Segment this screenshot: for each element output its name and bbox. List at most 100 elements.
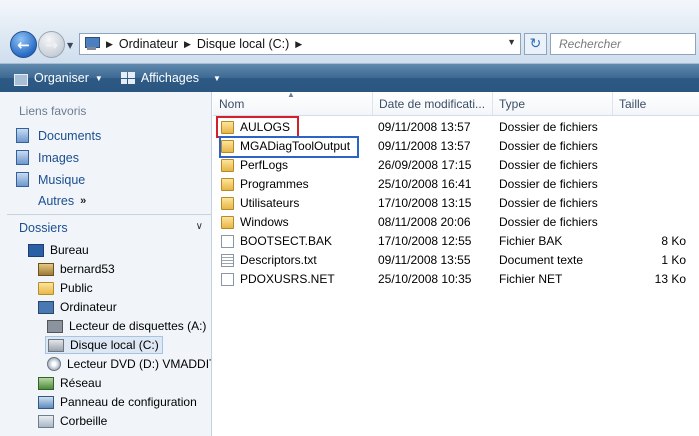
file-type: Fichier BAK <box>499 234 563 248</box>
views-button[interactable]: Affichages ▼ <box>111 64 229 92</box>
network-icon <box>38 376 54 390</box>
favorites-title: Liens favoris <box>19 104 87 118</box>
tree-item-network[interactable]: Réseau <box>38 376 101 390</box>
tree-item-label: Bureau <box>50 243 89 257</box>
file-date: 17/10/2008 13:15 <box>378 196 472 210</box>
file-date: 25/10/2008 10:35 <box>378 272 472 286</box>
tree-item-recycle-bin[interactable]: Corbeille <box>38 414 107 428</box>
file-name-cell: PDOXUSRS.NET <box>221 272 335 286</box>
breadcrumb-computer[interactable]: Ordinateur <box>119 37 178 51</box>
tree-item-computer[interactable]: Ordinateur <box>38 300 117 314</box>
tree-item-desktop[interactable]: Bureau <box>28 243 89 257</box>
tree-item-local-disk[interactable]: Disque local (C:) <box>45 336 163 354</box>
dvd-drive-icon <box>47 357 61 371</box>
text-file-icon <box>221 253 234 267</box>
file-row[interactable]: PDOXUSRS.NET 25/10/2008 10:35 Fichier NE… <box>213 270 699 289</box>
chevron-down-icon[interactable]: ▼ <box>507 37 516 47</box>
folder-icon <box>221 158 234 172</box>
file-date: 09/11/2008 13:57 <box>378 120 471 134</box>
forward-arrow-icon: → <box>45 35 58 54</box>
favorite-documents[interactable]: Documents <box>16 128 101 143</box>
folders-title: Dossiers <box>19 220 68 235</box>
chevron-down-icon: ▼ <box>94 73 103 83</box>
images-icon <box>16 150 29 165</box>
local-disk-icon <box>48 338 64 352</box>
refresh-button[interactable]: ↻ <box>524 33 547 55</box>
tree-item-label: Ordinateur <box>60 300 117 314</box>
file-name-cell: PerfLogs <box>221 158 288 172</box>
favorite-label: Images <box>38 150 79 165</box>
file-date: 09/11/2008 13:57 <box>378 139 471 153</box>
column-header-name[interactable]: ▲ Nom <box>213 92 373 116</box>
forward-button[interactable]: → <box>38 31 65 58</box>
tree-item-floppy[interactable]: Lecteur de disquettes (A:) <box>47 319 206 333</box>
back-arrow-icon: ← <box>17 35 30 54</box>
file-type: Fichier NET <box>499 272 563 286</box>
column-header-type[interactable]: Type <box>493 92 613 116</box>
tree-item-label: Réseau <box>60 376 102 390</box>
file-date: 08/11/2008 20:06 <box>378 215 471 229</box>
favorite-images[interactable]: Images <box>16 150 79 165</box>
breadcrumb-separator-icon[interactable]: ▶ <box>106 39 113 50</box>
recent-pages-dropdown[interactable]: ▼ <box>67 41 76 50</box>
column-header-label: Date de modificati... <box>379 96 486 111</box>
file-row[interactable]: PerfLogs 26/09/2008 17:15 Dossier de fic… <box>213 156 699 175</box>
file-name: PerfLogs <box>240 158 289 172</box>
file-name-cell: Descriptors.txt <box>221 253 317 267</box>
favorite-label: Musique <box>38 172 86 187</box>
file-name: Utilisateurs <box>240 196 300 210</box>
documents-icon <box>16 128 29 143</box>
file-row[interactable]: BOOTSECT.BAK 17/10/2008 12:55 Fichier BA… <box>213 232 699 251</box>
sort-arrow-icon: ▲ <box>287 92 295 99</box>
file-name: Windows <box>240 215 289 229</box>
file-type: Dossier de fichiers <box>499 120 598 134</box>
breadcrumb-local-disk[interactable]: Disque local (C:) <box>197 37 289 51</box>
tree-item-label: Lecteur DVD (D:) VMADDIT <box>67 357 211 371</box>
folder-icon <box>221 177 234 191</box>
tree-item-control-panel[interactable]: Panneau de configuration <box>38 395 197 409</box>
column-header-label: Type <box>499 96 526 111</box>
chevron-down-icon[interactable]: ∨ <box>196 221 203 232</box>
file-row[interactable]: Descriptors.txt 09/11/2008 13:55 Documen… <box>213 251 699 270</box>
file-row[interactable]: Utilisateurs 17/10/2008 13:15 Dossier de… <box>213 194 699 213</box>
double-chevron-icon: » <box>80 195 87 207</box>
file-type: Dossier de fichiers <box>499 158 598 172</box>
address-box[interactable]: ▶ Ordinateur ▶ Disque local (C:) ▶ ▼ <box>79 33 521 55</box>
folder-icon <box>38 281 54 295</box>
address-bar-area: ← → ▼ ▶ Ordinateur ▶ Disque local (C:) ▶… <box>0 0 699 64</box>
floppy-drive-icon <box>47 319 63 333</box>
back-button[interactable]: ← <box>10 31 37 58</box>
file-date: 17/10/2008 12:55 <box>378 234 472 248</box>
file-type: Dossier de fichiers <box>499 215 598 229</box>
file-row[interactable]: Programmes 25/10/2008 16:41 Dossier de f… <box>213 175 699 194</box>
tree-item-dvd[interactable]: Lecteur DVD (D:) VMADDIT <box>47 357 211 371</box>
refresh-icon: ↻ <box>529 36 542 52</box>
favorite-music[interactable]: Musique <box>16 172 85 187</box>
breadcrumb-separator-icon[interactable]: ▶ <box>295 39 302 50</box>
favorite-label: Documents <box>38 128 102 143</box>
organize-button[interactable]: Organiser ▼ <box>0 64 111 92</box>
file-row[interactable]: Windows 08/11/2008 20:06 Dossier de fich… <box>213 213 699 232</box>
column-header-date[interactable]: Date de modificati... <box>373 92 493 116</box>
file-date: 25/10/2008 16:41 <box>378 177 472 191</box>
search-input[interactable]: Rechercher <box>550 33 696 55</box>
file-type: Dossier de fichiers <box>499 139 598 153</box>
recycle-bin-icon <box>38 414 54 428</box>
tree-item-label: Corbeille <box>60 414 108 428</box>
folders-header[interactable]: Dossiers ∨ <box>7 214 211 240</box>
navigation-pane: Liens favoris Documents Images Musique A… <box>0 92 212 436</box>
file-name: BOOTSECT.BAK <box>240 234 333 248</box>
file-type: Dossier de fichiers <box>499 196 598 210</box>
column-header-size[interactable]: Taille <box>613 92 699 116</box>
file-size: 13 Ko <box>654 272 686 286</box>
tree-item-user[interactable]: bernard53 <box>38 262 115 276</box>
file-name-cell: Windows <box>221 215 289 229</box>
highlight-box-blue <box>219 136 359 158</box>
file-size: 1 Ko <box>661 253 686 267</box>
breadcrumb-separator-icon[interactable]: ▶ <box>184 39 191 50</box>
more-favorites-link[interactable]: Autres » <box>38 194 86 208</box>
tree-item-public[interactable]: Public <box>38 281 93 295</box>
file-size: 8 Ko <box>661 234 686 248</box>
control-panel-icon <box>38 395 54 409</box>
folder-icon <box>221 215 234 229</box>
